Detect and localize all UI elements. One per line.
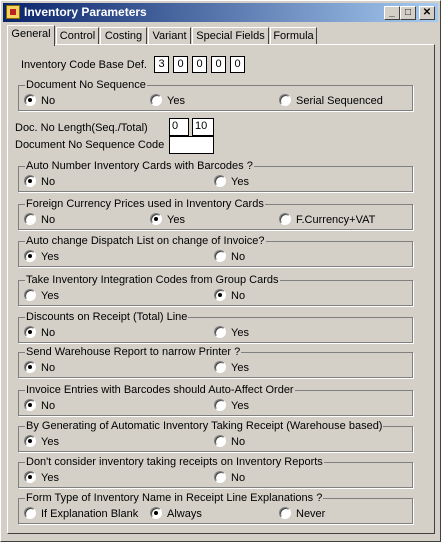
option-no[interactable]: No: [24, 326, 55, 340]
maximize-button[interactable]: □: [400, 6, 416, 20]
option-no[interactable]: No: [24, 94, 55, 108]
radio-selected-icon: [24, 471, 36, 483]
minimize-button[interactable]: _: [384, 6, 400, 20]
radio-selected-icon: [24, 361, 36, 373]
group-title: Don't consider inventory taking receipts…: [25, 455, 324, 469]
group-title: Form Type of Inventory Name in Receipt L…: [25, 491, 324, 505]
group-title: Send Warehouse Report to narrow Printer …: [25, 345, 242, 359]
group-title: By Generating of Automatic Inventory Tak…: [25, 419, 384, 433]
radio-icon: [279, 94, 291, 106]
option-no[interactable]: No: [24, 213, 55, 227]
option-fcurrency-vat[interactable]: F.Currency+VAT: [279, 213, 375, 227]
radio-icon: [279, 213, 291, 225]
window-title: Inventory Parameters: [24, 5, 147, 19]
group-foreign-currency-prices: Foreign Currency Prices used in Inventor…: [18, 197, 413, 230]
option-yes[interactable]: Yes: [214, 326, 249, 340]
option-if-explanation-blank[interactable]: If Explanation Blank: [24, 507, 138, 521]
app-icon: [6, 5, 20, 19]
radio-selected-icon: [150, 507, 162, 519]
option-yes[interactable]: Yes: [24, 289, 59, 303]
code-base-digit-1[interactable]: 3: [154, 56, 169, 73]
group-auto-number-barcodes: Auto Number Inventory Cards with Barcode…: [18, 159, 413, 192]
radio-selected-icon: [24, 399, 36, 411]
option-no[interactable]: No: [24, 175, 55, 189]
tab-variant[interactable]: Variant: [148, 27, 191, 45]
radio-selected-icon: [24, 326, 36, 338]
radio-icon: [214, 175, 226, 187]
option-yes[interactable]: Yes: [150, 213, 185, 227]
radio-icon: [214, 435, 226, 447]
radio-icon: [214, 250, 226, 262]
code-base-digit-2[interactable]: 0: [173, 56, 188, 73]
option-always[interactable]: Always: [150, 507, 202, 521]
radio-selected-icon: [24, 94, 36, 106]
radio-icon: [214, 399, 226, 411]
radio-selected-icon: [24, 435, 36, 447]
doc-no-length-seq-input[interactable]: 0: [169, 118, 189, 136]
doc-seq-code-input[interactable]: [169, 136, 214, 154]
option-no[interactable]: No: [214, 435, 245, 449]
code-base-digit-5[interactable]: 0: [230, 56, 245, 73]
group-inventory-reports: Don't consider inventory taking receipts…: [18, 455, 413, 488]
option-no[interactable]: No: [214, 289, 245, 303]
radio-selected-icon: [24, 175, 36, 187]
inventory-parameters-window: Inventory Parameters _ □ ✕ General Contr…: [0, 0, 441, 542]
radio-icon: [24, 289, 36, 301]
code-base-label: Inventory Code Base Def.: [21, 59, 147, 71]
option-never[interactable]: Never: [279, 507, 325, 521]
tab-special-fields[interactable]: Special Fields: [192, 27, 269, 45]
group-inventory-taking-receipt: By Generating of Automatic Inventory Tak…: [18, 419, 413, 452]
group-warehouse-report-printer: Send Warehouse Report to narrow Printer …: [18, 345, 413, 378]
group-form-type-inventory-name: Form Type of Inventory Name in Receipt L…: [18, 491, 413, 524]
group-discounts-receipt: Discounts on Receipt (Total) Line No Yes: [18, 310, 413, 343]
doc-seq-code-label: Document No Sequence Code: [15, 139, 165, 151]
radio-selected-icon: [150, 213, 162, 225]
group-title: Foreign Currency Prices used in Inventor…: [25, 197, 265, 211]
title-bar[interactable]: Inventory Parameters _ □ ✕: [3, 3, 438, 22]
option-no[interactable]: No: [214, 250, 245, 264]
group-document-no-sequence: Document No Sequence No Yes Serial Seque…: [18, 78, 413, 111]
radio-icon: [279, 507, 291, 519]
group-title: Auto change Dispatch List on change of I…: [25, 234, 266, 248]
option-yes[interactable]: Yes: [214, 175, 249, 189]
group-auto-change-dispatch: Auto change Dispatch List on change of I…: [18, 234, 413, 267]
group-title: Document No Sequence: [25, 78, 147, 92]
group-title: Auto Number Inventory Cards with Barcode…: [25, 159, 254, 173]
group-title: Invoice Entries with Barcodes should Aut…: [25, 383, 295, 397]
tab-general[interactable]: General: [7, 25, 55, 46]
code-base-digit-4[interactable]: 0: [211, 56, 226, 73]
general-tab-panel: Inventory Code Base Def. 3 0 0 0 0 Docum…: [7, 44, 435, 534]
option-serial-sequenced[interactable]: Serial Sequenced: [279, 94, 383, 108]
option-no[interactable]: No: [24, 399, 55, 413]
option-yes[interactable]: Yes: [24, 250, 59, 264]
option-no[interactable]: No: [214, 471, 245, 485]
group-integration-codes: Take Inventory Integration Codes from Gr…: [18, 273, 413, 306]
radio-icon: [24, 213, 36, 225]
group-title: Take Inventory Integration Codes from Gr…: [25, 273, 280, 287]
group-barcodes-auto-affect-order: Invoice Entries with Barcodes should Aut…: [18, 383, 413, 416]
radio-icon: [214, 361, 226, 373]
option-yes[interactable]: Yes: [214, 361, 249, 375]
option-yes[interactable]: Yes: [24, 471, 59, 485]
option-yes[interactable]: Yes: [214, 399, 249, 413]
radio-icon: [214, 326, 226, 338]
radio-selected-icon: [24, 250, 36, 262]
option-yes[interactable]: Yes: [150, 94, 185, 108]
tab-costing[interactable]: Costing: [100, 27, 147, 45]
code-base-digit-3[interactable]: 0: [192, 56, 207, 73]
option-no[interactable]: No: [24, 361, 55, 375]
tab-control[interactable]: Control: [56, 27, 99, 45]
radio-selected-icon: [214, 289, 226, 301]
close-button[interactable]: ✕: [419, 6, 435, 20]
radio-icon: [24, 507, 36, 519]
doc-no-length-total-input[interactable]: 10: [192, 118, 214, 136]
doc-no-length-label: Doc. No Length(Seq./Total): [15, 122, 148, 134]
option-yes[interactable]: Yes: [24, 435, 59, 449]
radio-icon: [150, 94, 162, 106]
tab-formula[interactable]: Formula: [270, 27, 317, 45]
radio-icon: [214, 471, 226, 483]
group-title: Discounts on Receipt (Total) Line: [25, 310, 189, 324]
